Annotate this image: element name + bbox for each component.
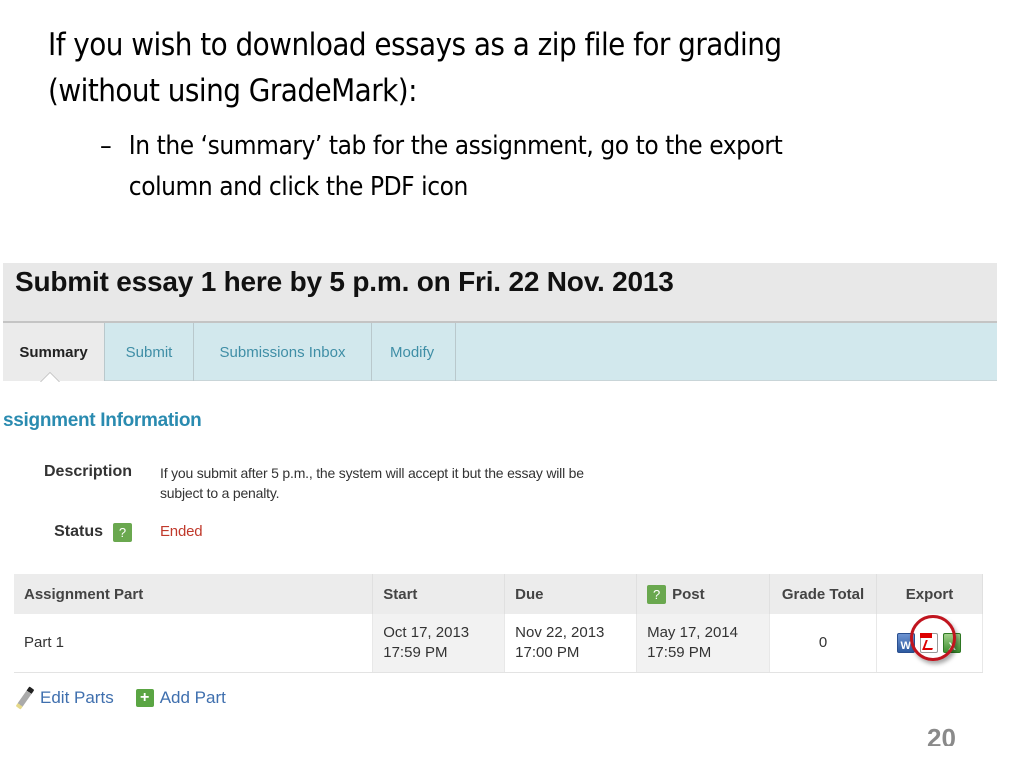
- header-post: ? Post: [636, 574, 771, 614]
- header-assignment-part: Assignment Part: [14, 574, 374, 614]
- pdf-icon[interactable]: [920, 632, 939, 653]
- active-tab-caret-icon: [40, 372, 60, 382]
- post-time: 17:59 PM: [647, 643, 712, 661]
- header-post-label: Post: [672, 585, 705, 603]
- status-help-icon[interactable]: ?: [113, 522, 132, 542]
- bullet-dash: –: [100, 131, 112, 161]
- table-row: Part 1 Oct 17, 2013 17:59 PM Nov 22, 201…: [14, 614, 984, 673]
- status-label: Status ?: [3, 517, 160, 547]
- cell-due: Nov 22, 2013 17:00 PM: [504, 614, 638, 673]
- header-start: Start: [372, 574, 506, 614]
- plus-icon: +: [135, 689, 154, 707]
- add-part-label: Add Part: [159, 688, 226, 707]
- slide-text: If you wish to download essays as a zip …: [48, 22, 1008, 202]
- tab-submissions-inbox[interactable]: Submissions Inbox: [194, 323, 372, 381]
- start-time: 17:59 PM: [383, 643, 448, 661]
- edit-parts-link[interactable]: Edit Parts: [15, 686, 114, 710]
- tab-modify-label: Modify: [390, 343, 435, 361]
- assignment-info: Description If you submit after 5 p.m., …: [3, 463, 763, 547]
- tab-summary[interactable]: Summary: [3, 323, 105, 382]
- pdf-glyph: [922, 639, 937, 650]
- part-actions: Edit Parts + Add Part: [15, 686, 226, 710]
- bullet-point: – In the ‘summary’ tab for the assignmen…: [100, 126, 783, 208]
- assignment-screenshot: Submit essay 1 here by 5 p.m. on Fri. 22…: [3, 263, 997, 710]
- excel-icon[interactable]: [943, 632, 962, 657]
- bullet-line-2: column and click the PDF icon: [128, 172, 469, 202]
- word-icon[interactable]: [897, 632, 916, 656]
- description-label: Description: [3, 463, 160, 513]
- tab-modify[interactable]: Modify: [372, 323, 456, 381]
- pencil-icon: [15, 686, 35, 710]
- cell-start: Oct 17, 2013 17:59 PM: [372, 614, 506, 673]
- bullet-text: In the ‘summary’ tab for the assignment,…: [129, 126, 783, 208]
- bullet-line-1: In the ‘summary’ tab for the assignment,…: [128, 131, 783, 161]
- tab-submissions-inbox-label: Submissions Inbox: [219, 343, 346, 361]
- cell-part: Part 1: [14, 614, 374, 673]
- description-row: Description If you submit after 5 p.m., …: [3, 463, 763, 513]
- description-label-text: Description: [43, 463, 132, 480]
- add-part-link[interactable]: + Add Part: [135, 686, 226, 710]
- slide-heading-line-1: If you wish to download essays as a zip …: [48, 27, 782, 63]
- post-date: May 17, 2014: [647, 623, 738, 641]
- due-time: 17:00 PM: [515, 643, 580, 661]
- due-date: Nov 22, 2013: [515, 623, 605, 641]
- status-value: Ended: [160, 523, 203, 540]
- edit-parts-label: Edit Parts: [40, 688, 114, 707]
- start-date: Oct 17, 2013: [383, 623, 470, 641]
- export-icons: [887, 614, 972, 661]
- assignment-title-bar: Submit essay 1 here by 5 p.m. on Fri. 22…: [3, 263, 997, 323]
- description-line-2: subject to a penalty.: [160, 485, 280, 501]
- tab-submit-label: Submit: [125, 343, 173, 361]
- header-export: Export: [876, 574, 984, 614]
- status-row: Status ? Ended: [3, 517, 763, 547]
- cell-export: [876, 614, 984, 673]
- tab-submit[interactable]: Submit: [105, 323, 194, 381]
- header-due: Due: [504, 574, 638, 614]
- assignment-parts-table: Assignment Part Start Due ? Post Grade T…: [14, 574, 984, 673]
- assignment-information-heading: ssignment Information: [3, 410, 202, 431]
- slide-heading-line-2: (without using GradeMark):: [48, 73, 418, 109]
- slide-page-number: 20: [927, 723, 956, 746]
- description-value: If you submit after 5 p.m., the system w…: [160, 463, 584, 513]
- cell-grade-total: 0: [769, 614, 877, 673]
- post-help-icon[interactable]: ?: [647, 584, 667, 604]
- description-line-1: If you submit after 5 p.m., the system w…: [160, 465, 584, 481]
- status-label-text: Status: [54, 523, 103, 540]
- table-header-row: Assignment Part Start Due ? Post Grade T…: [14, 574, 984, 614]
- cell-post: May 17, 2014 17:59 PM: [636, 614, 771, 673]
- assignment-title: Submit essay 1 here by 5 p.m. on Fri. 22…: [15, 266, 674, 297]
- header-grade-total: Grade Total: [769, 574, 877, 614]
- tab-summary-label: Summary: [19, 343, 88, 361]
- assignment-tabs: Summary Submit Submissions Inbox Modify: [3, 323, 997, 382]
